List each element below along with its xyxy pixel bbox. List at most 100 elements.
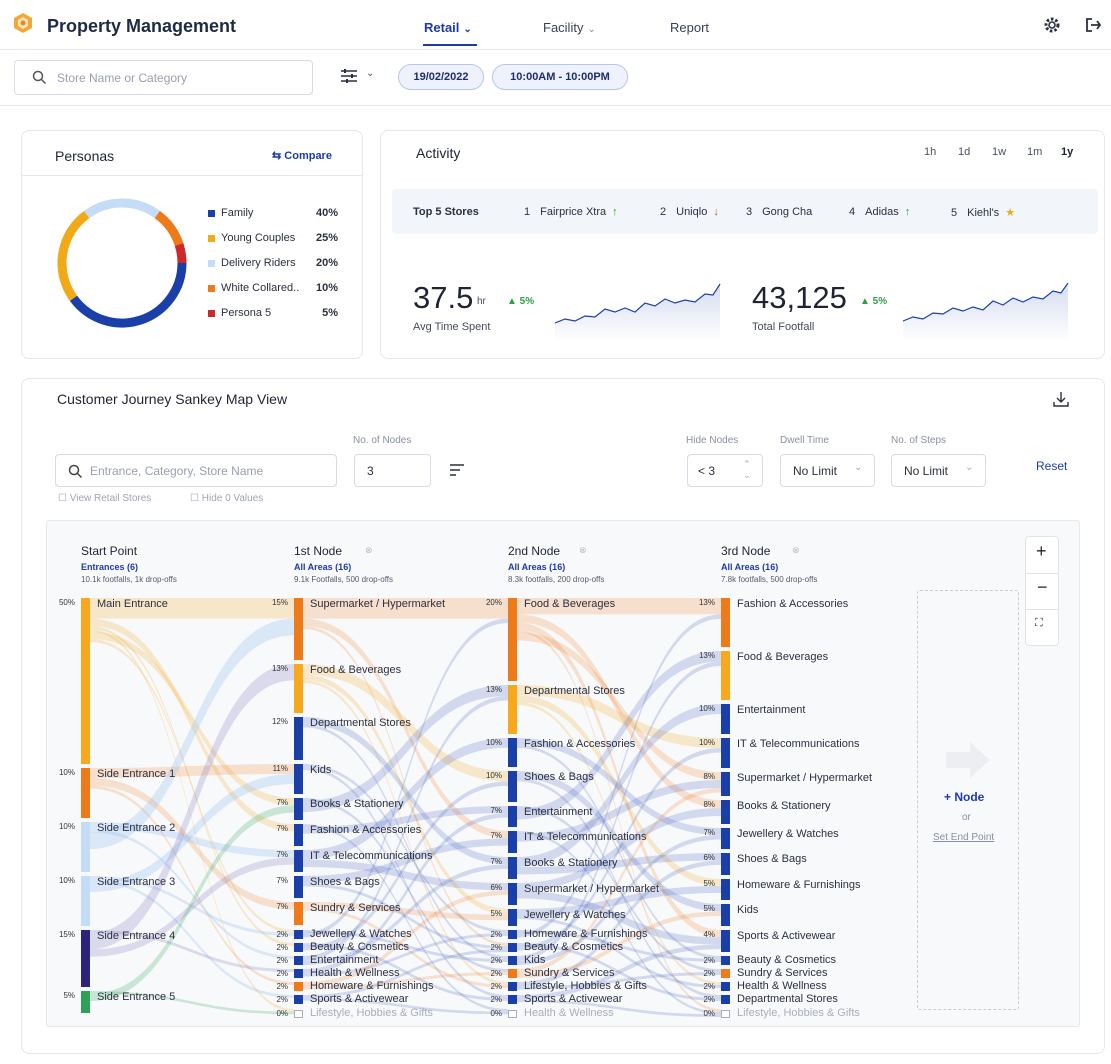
sankey-node[interactable]: 15% Supermarket / Hypermarket (266, 598, 466, 660)
sankey-node[interactable]: 7% Jewellery & Watches (693, 828, 893, 849)
sankey-node[interactable]: 12% Departmental Stores (266, 717, 466, 760)
range-1m[interactable]: 1m (1027, 146, 1042, 158)
sankey-node[interactable]: 2% Health & Wellness (266, 967, 466, 979)
sankey-node[interactable]: 2% Lifestyle, Hobbies & Gifts (480, 980, 680, 992)
sankey-node[interactable]: 0% Lifestyle, Hobbies & Gifts (693, 1007, 893, 1019)
remove-column-icon[interactable]: ⊗ (792, 545, 800, 556)
sankey-node[interactable]: 2% Sports & Activewear (266, 993, 466, 1005)
hide-nodes-value: < 3 (698, 464, 716, 478)
sankey-node[interactable]: 10% Shoes & Bags (480, 771, 680, 802)
sankey-node[interactable]: 11% Kids (266, 764, 466, 794)
range-1y[interactable]: 1y (1061, 146, 1073, 158)
zoom-out-button[interactable]: − (1037, 577, 1048, 598)
sankey-node[interactable]: 7% Fashion & Accessories (266, 824, 466, 846)
no-steps-select[interactable]: No Limit ⌄ (891, 454, 986, 487)
compare-button[interactable]: ⇆ Compare (272, 149, 332, 162)
sankey-node[interactable]: 0% Health & Wellness (480, 1007, 680, 1019)
sankey-node[interactable]: 10% Fashion & Accessories (480, 738, 680, 767)
sankey-node[interactable]: 2% Kids (480, 954, 680, 966)
sankey-node[interactable]: 4% Sports & Activewear (693, 930, 893, 952)
stepper-arrows-icon[interactable]: ⌃ ⌄ (743, 459, 751, 481)
sankey-node[interactable]: 2% Sundry & Services (693, 967, 893, 979)
sankey-node[interactable]: 8% Books & Stationery (693, 800, 893, 824)
sankey-node[interactable]: 6% Shoes & Bags (693, 853, 893, 875)
sankey-node[interactable]: 7% Books & Stationery (266, 798, 466, 820)
sankey-node[interactable]: 7% Sundry & Services (266, 902, 466, 925)
store-search-input[interactable]: Store Name or Category (14, 60, 313, 95)
sankey-node[interactable]: 0% Lifestyle, Hobbies & Gifts (266, 1007, 466, 1019)
sankey-node[interactable]: 2% Beauty & Cosmetics (266, 941, 466, 953)
zoom-in-button[interactable]: + (1036, 541, 1047, 562)
nav-facility[interactable]: Facility ⌄ (543, 20, 596, 35)
sankey-node[interactable]: 2% Homeware & Furnishings (266, 980, 466, 992)
nav-retail[interactable]: Retail ⌄ (424, 20, 472, 35)
fullscreen-icon[interactable]: ⛶ (1035, 617, 1043, 630)
set-end-point-link[interactable]: Set End Point (933, 832, 994, 843)
sankey-node[interactable]: 7% Shoes & Bags (266, 876, 466, 898)
top-store-item[interactable]: 2 Uniqlo ↓ (660, 206, 719, 218)
sankey-node[interactable]: 5% Homeware & Furnishings (693, 879, 893, 900)
top-store-item[interactable]: 5 Kiehl's ★ (951, 206, 1015, 219)
sankey-node[interactable]: 5% Side Entrance 5 (53, 991, 253, 1013)
sankey-node[interactable]: 2% Homeware & Furnishings (480, 928, 680, 940)
sankey-node[interactable]: 7% IT & Telecommunications (480, 831, 680, 853)
node-label: Lifestyle, Hobbies & Gifts (524, 980, 647, 992)
sankey-node[interactable]: 7% Books & Stationery (480, 857, 680, 879)
sankey-column-subtitle[interactable]: Entrances (6) (81, 562, 138, 572)
sankey-node[interactable]: 2% Beauty & Cosmetics (480, 941, 680, 953)
sankey-node[interactable]: 5% Kids (693, 904, 893, 926)
sankey-node[interactable]: 10% IT & Telecommunications (693, 738, 893, 768)
sankey-node[interactable]: 13% Fashion & Accessories (693, 598, 893, 647)
sankey-node[interactable]: 2% Beauty & Cosmetics (693, 954, 893, 966)
sankey-node[interactable]: 13% Departmental Stores (480, 685, 680, 734)
settings-gear-icon[interactable] (1043, 16, 1061, 34)
range-1h[interactable]: 1h (924, 146, 936, 158)
sankey-search-input[interactable]: Entrance, Category, Store Name (55, 454, 337, 487)
range-1w[interactable]: 1w (992, 146, 1006, 158)
date-picker[interactable]: 19/02/2022 (398, 64, 484, 90)
nav-report[interactable]: Report (670, 20, 709, 35)
sort-icon[interactable] (449, 463, 465, 477)
sankey-node[interactable]: 13% Food & Beverages (693, 651, 893, 700)
sankey-node[interactable]: 7% IT & Telecommunications (266, 850, 466, 872)
sankey-node[interactable]: 2% Sundry & Services (480, 967, 680, 979)
sankey-column-subtitle[interactable]: All Areas (16) (508, 562, 565, 572)
time-range-picker[interactable]: 10:00AM - 10:00PM (492, 64, 628, 90)
sankey-node[interactable]: 10% Side Entrance 1 (53, 768, 253, 818)
sankey-node[interactable]: 8% Supermarket / Hypermarket (693, 772, 893, 796)
sankey-node[interactable]: 7% Entertainment (480, 806, 680, 827)
filter-sliders-icon[interactable] (340, 68, 358, 84)
sankey-node[interactable]: 2% Departmental Stores (693, 993, 893, 1005)
chevron-down-icon[interactable]: ⌄ (366, 68, 374, 79)
sankey-node[interactable]: 10% Entertainment (693, 704, 893, 734)
top-store-item[interactable]: 3 Gong Cha (746, 206, 818, 218)
range-1d[interactable]: 1d (958, 146, 970, 158)
top-store-item[interactable]: 1 Fairprice Xtra ↑ (524, 206, 618, 218)
sankey-node[interactable]: 2% Health & Wellness (693, 980, 893, 992)
reset-button[interactable]: Reset (1036, 459, 1067, 473)
remove-column-icon[interactable]: ⊗ (365, 545, 373, 556)
no-nodes-input[interactable]: 3 (354, 454, 431, 487)
sankey-node[interactable]: 6% Supermarket / Hypermarket (480, 883, 680, 905)
top-store-item[interactable]: 4 Adidas ↑ (849, 206, 910, 218)
hide-nodes-stepper[interactable]: < 3 ⌃ ⌄ (687, 454, 763, 487)
sankey-node[interactable]: 2% Sports & Activewear (480, 993, 680, 1005)
sankey-node[interactable]: 13% Food & Beverages (266, 664, 466, 713)
sankey-node[interactable]: 5% Jewellery & Watches (480, 909, 680, 926)
sankey-column-subtitle[interactable]: All Areas (16) (294, 562, 351, 572)
sankey-node[interactable]: 10% Side Entrance 3 (53, 876, 253, 926)
remove-column-icon[interactable]: ⊗ (579, 545, 587, 556)
hide-zero-checkbox[interactable]: ☐ Hide 0 Values (190, 493, 263, 504)
view-retail-checkbox[interactable]: ☐ View Retail Stores (58, 493, 151, 504)
sankey-node[interactable]: 2% Jewellery & Watches (266, 928, 466, 940)
sankey-node[interactable]: 2% Entertainment (266, 954, 466, 966)
sankey-node[interactable]: 20% Food & Beverages (480, 598, 680, 681)
dwell-time-select[interactable]: No Limit ⌄ (780, 454, 875, 487)
sankey-node[interactable]: 50% Main Entrance (53, 598, 253, 764)
download-icon[interactable] (1053, 391, 1069, 407)
sankey-node[interactable]: 10% Side Entrance 2 (53, 822, 253, 872)
logout-icon[interactable] (1084, 16, 1102, 34)
add-node-button[interactable]: + Node (944, 790, 984, 804)
sankey-node[interactable]: 15% Side Entrance 4 (53, 930, 253, 987)
sankey-column-subtitle[interactable]: All Areas (16) (721, 562, 778, 572)
